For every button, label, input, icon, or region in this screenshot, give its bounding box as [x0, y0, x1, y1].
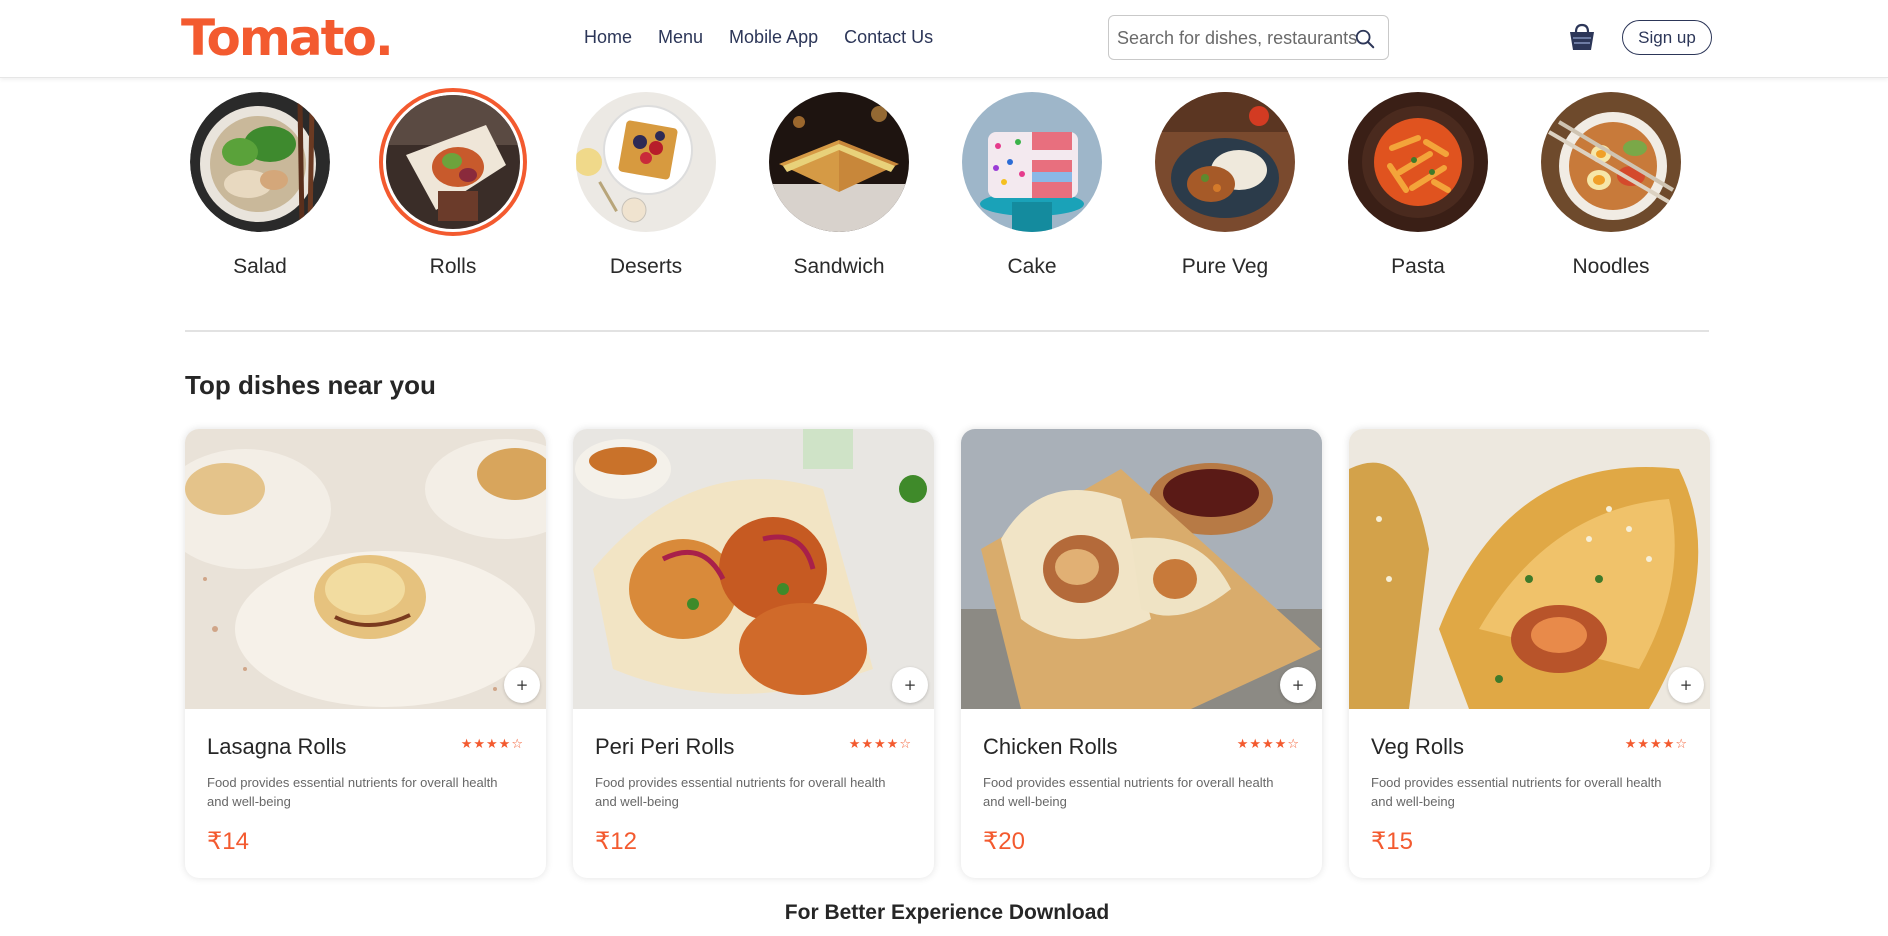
dish-image: +: [961, 429, 1322, 709]
add-to-cart-button[interactable]: +: [504, 667, 540, 703]
nav-links: Home Menu Mobile App Contact Us: [584, 25, 959, 49]
add-to-cart-button[interactable]: +: [1280, 667, 1316, 703]
category-cake[interactable]: Cake: [957, 92, 1107, 280]
dish-card[interactable]: + Peri Peri Rolls ★★★★☆ Food provides es…: [573, 429, 934, 878]
dish-image: +: [573, 429, 934, 709]
category-list: Salad Rolls Deserts Sandwich Cake Pure V…: [185, 88, 1710, 292]
basket-icon[interactable]: [1568, 22, 1596, 52]
category-label: Rolls: [429, 255, 477, 278]
rolls-image: [379, 88, 527, 236]
dish-description: Food provides essential nutrients for ov…: [207, 775, 498, 809]
dish-name: Lasagna Rolls: [207, 734, 347, 759]
search-box: [1108, 15, 1389, 60]
category-pure-veg[interactable]: Pure Veg: [1150, 92, 1300, 280]
category-rolls[interactable]: Rolls: [378, 88, 528, 280]
category-deserts[interactable]: Deserts: [571, 92, 721, 280]
dish-card[interactable]: + Veg Rolls ★★★★☆ Food provides essentia…: [1349, 429, 1710, 878]
category-label: Sandwich: [793, 255, 885, 278]
pure-veg-image: [1155, 92, 1295, 232]
rating-stars-icon: ★★★★☆: [460, 737, 524, 752]
dish-card[interactable]: + Chicken Rolls ★★★★☆ Food provides esse…: [961, 429, 1322, 878]
dish-price: ₹20: [983, 828, 1025, 855]
category-noodles[interactable]: Noodles: [1536, 92, 1686, 280]
section-title: Top dishes near you: [185, 370, 436, 400]
dish-card[interactable]: + Lasagna Rolls ★★★★☆ Food provides esse…: [185, 429, 546, 878]
category-label: Pure Veg: [1181, 255, 1269, 278]
pasta-image: [1348, 92, 1488, 232]
dish-name: Chicken Rolls: [983, 734, 1118, 759]
dish-price: ₹14: [207, 828, 249, 855]
nav-menu-link[interactable]: Menu: [658, 25, 703, 49]
rating-stars-icon: ★★★★☆: [848, 737, 912, 752]
category-pasta[interactable]: Pasta: [1343, 92, 1493, 280]
dish-grid: + Lasagna Rolls ★★★★☆ Food provides esse…: [185, 429, 1710, 879]
dish-image: +: [1349, 429, 1710, 709]
category-salad[interactable]: Salad: [185, 92, 335, 280]
dish-price: ₹12: [595, 828, 637, 855]
category-label: Pasta: [1391, 255, 1445, 278]
cake-image: [962, 92, 1102, 232]
dish-description: Food provides essential nutrients for ov…: [983, 775, 1274, 809]
dish-description: Food provides essential nutrients for ov…: [1371, 775, 1662, 809]
dish-name: Peri Peri Rolls: [595, 734, 735, 759]
search-icon[interactable]: [1354, 28, 1376, 50]
add-to-cart-button[interactable]: +: [1668, 667, 1704, 703]
search-input[interactable]: [1117, 26, 1357, 50]
rating-stars-icon: ★★★★☆: [1236, 737, 1300, 752]
divider: [185, 330, 1709, 332]
dish-image: +: [185, 429, 546, 709]
category-label: Cake: [1007, 255, 1057, 278]
dish-description: Food provides essential nutrients for ov…: [595, 775, 886, 809]
category-sandwich[interactable]: Sandwich: [764, 92, 914, 280]
rating-stars-icon: ★★★★☆: [1624, 737, 1688, 752]
deserts-image: [576, 92, 716, 232]
category-label: Noodles: [1572, 255, 1650, 278]
dish-price: ₹15: [1371, 828, 1413, 855]
add-to-cart-button[interactable]: +: [892, 667, 928, 703]
nav-mobile-app-link[interactable]: Mobile App: [729, 25, 818, 49]
download-heading: For Better Experience Download: [784, 901, 1110, 924]
category-label: Deserts: [609, 255, 683, 278]
nav-home-link[interactable]: Home: [584, 25, 632, 49]
salad-image: [190, 92, 330, 232]
sign-up-button[interactable]: Sign up: [1622, 20, 1712, 55]
logo[interactable]: Tomato.: [181, 9, 394, 67]
dish-name: Veg Rolls: [1371, 734, 1464, 759]
category-label: Salad: [233, 255, 287, 278]
noodles-image: [1541, 92, 1681, 232]
sandwich-image: [769, 92, 909, 232]
nav-contact-us-link[interactable]: Contact Us: [844, 25, 933, 49]
navbar: Tomato. Home Menu Mobile App Contact Us …: [0, 0, 1888, 78]
